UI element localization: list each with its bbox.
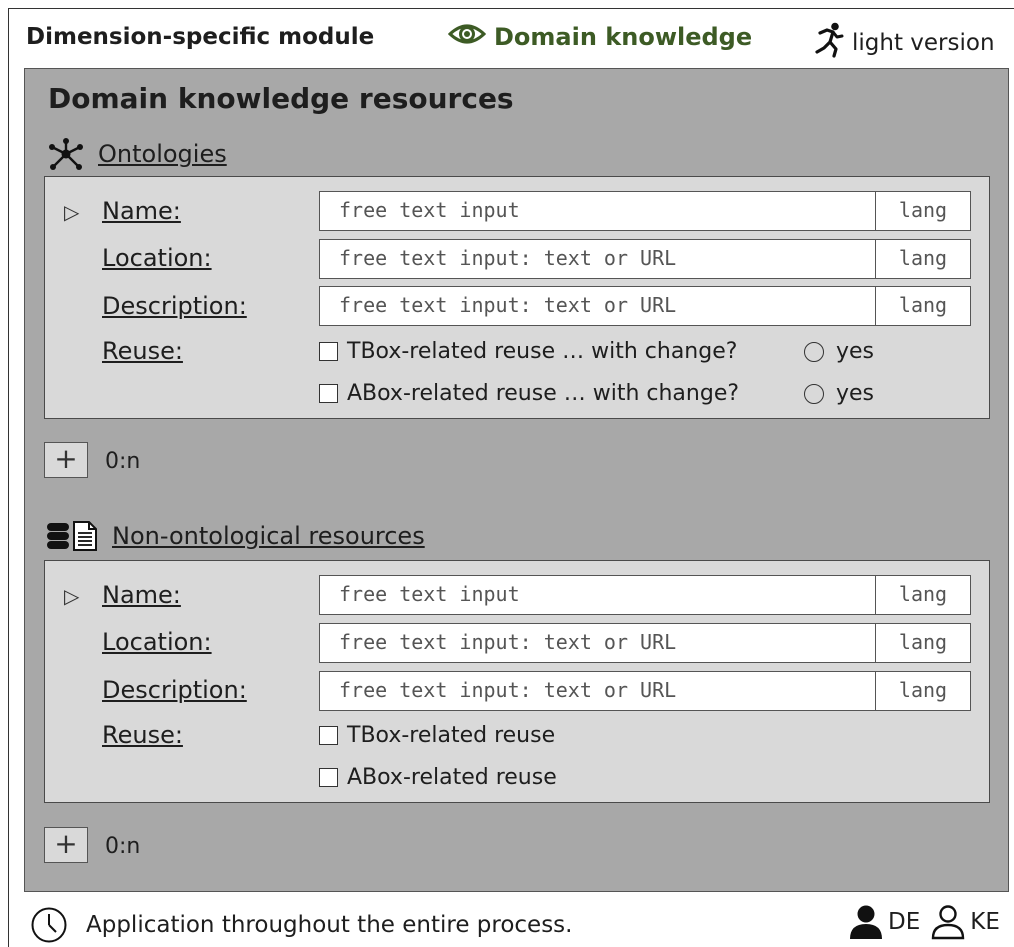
nonontological-description-input[interactable]: free text input: text or URL [319, 671, 877, 711]
ontology-name-label: Name: [102, 197, 181, 225]
nonontological-location-lang[interactable]: lang [875, 623, 971, 663]
ontology-description-input[interactable]: free text input: text or URL [319, 286, 877, 326]
ontologies-heading[interactable]: Ontologies [48, 138, 227, 170]
nonontological-location-label: Location: [102, 628, 212, 656]
nonontological-label: Non-ontological resources [112, 522, 425, 550]
tbox-reuse-checkbox[interactable] [319, 726, 338, 745]
expand-triangle-icon[interactable]: ▷ [64, 584, 79, 608]
tbox-reuse-text: TBox-related reuse … with change? [347, 339, 738, 364]
nonontological-name-lang[interactable]: lang [875, 575, 971, 615]
add-ontology-button[interactable]: + [44, 442, 88, 478]
ontology-location-label: Location: [102, 244, 212, 272]
add-nonontological-button[interactable]: + [44, 827, 88, 863]
abox-reuse-text: ABox-related reuse … with change? [347, 381, 740, 406]
abox-change-yes-label: yes [836, 381, 875, 406]
network-icon [48, 138, 84, 170]
abox-reuse-text: ABox-related reuse [347, 765, 557, 790]
tbox-reuse-checkbox[interactable] [319, 342, 338, 361]
ontologies-label: Ontologies [98, 140, 227, 168]
ontology-tbox-reuse-option[interactable]: TBox-related reuse … with change? [319, 339, 737, 364]
tbox-change-yes-label: yes [836, 339, 875, 364]
ontology-tbox-change-yes[interactable]: yes [804, 339, 874, 364]
eye-icon [447, 22, 487, 52]
tbox-change-radio[interactable] [804, 341, 824, 362]
person-outline-icon [930, 904, 966, 940]
light-version-tag: light version [812, 22, 995, 64]
nonontological-cardinality: 0:n [105, 834, 141, 859]
footer-text: Application throughout the entire proces… [86, 912, 573, 938]
nonontological-name-label: Name: [102, 581, 181, 609]
plus-icon: + [54, 827, 78, 860]
module-title: Dimension-specific module [26, 24, 375, 50]
light-version-label: light version [852, 30, 995, 56]
nonontological-location-input[interactable]: free text input: text or URL [319, 623, 877, 663]
abox-change-radio[interactable] [804, 383, 824, 404]
person-filled-icon [848, 904, 884, 940]
role-secondary: KE [970, 909, 1000, 935]
nonontological-description-label: Description: [102, 676, 247, 704]
clock-icon [30, 906, 68, 944]
nonontological-name-input[interactable]: free text input [319, 575, 877, 615]
ontology-name-input[interactable]: free text input [319, 191, 877, 231]
expand-triangle-icon[interactable]: ▷ [64, 200, 79, 224]
ontology-description-label: Description: [102, 292, 247, 320]
nonontological-abox-reuse-option[interactable]: ABox-related reuse [319, 765, 557, 790]
domain-knowledge-tag: Domain knowledge [447, 22, 753, 52]
ontology-cardinality: 0:n [105, 449, 141, 474]
role-primary: DE [888, 909, 921, 935]
abox-reuse-checkbox[interactable] [319, 384, 338, 403]
tbox-reuse-text: TBox-related reuse [347, 723, 556, 748]
role-indicators: DE KE [848, 904, 1000, 940]
ontology-location-input[interactable]: free text input: text or URL [319, 239, 877, 279]
panel-title: Domain knowledge resources [48, 82, 514, 115]
ontology-name-lang[interactable]: lang [875, 191, 971, 231]
ontology-location-lang[interactable]: lang [875, 239, 971, 279]
ontology-abox-reuse-option[interactable]: ABox-related reuse … with change? [319, 381, 739, 406]
nonontological-description-lang[interactable]: lang [875, 671, 971, 711]
domain-knowledge-label: Domain knowledge [494, 23, 753, 51]
footer-note: Application throughout the entire proces… [30, 906, 572, 944]
nonontological-tbox-reuse-option[interactable]: TBox-related reuse [319, 723, 555, 748]
ontology-abox-change-yes[interactable]: yes [804, 381, 874, 406]
nonontological-reuse-label: Reuse: [102, 721, 183, 749]
running-person-icon [812, 22, 844, 64]
database-document-icon [46, 521, 98, 551]
nonontological-heading[interactable]: Non-ontological resources [46, 521, 425, 551]
ontology-reuse-label: Reuse: [102, 337, 183, 365]
plus-icon: + [54, 442, 78, 475]
abox-reuse-checkbox[interactable] [319, 768, 338, 787]
ontology-description-lang[interactable]: lang [875, 286, 971, 326]
